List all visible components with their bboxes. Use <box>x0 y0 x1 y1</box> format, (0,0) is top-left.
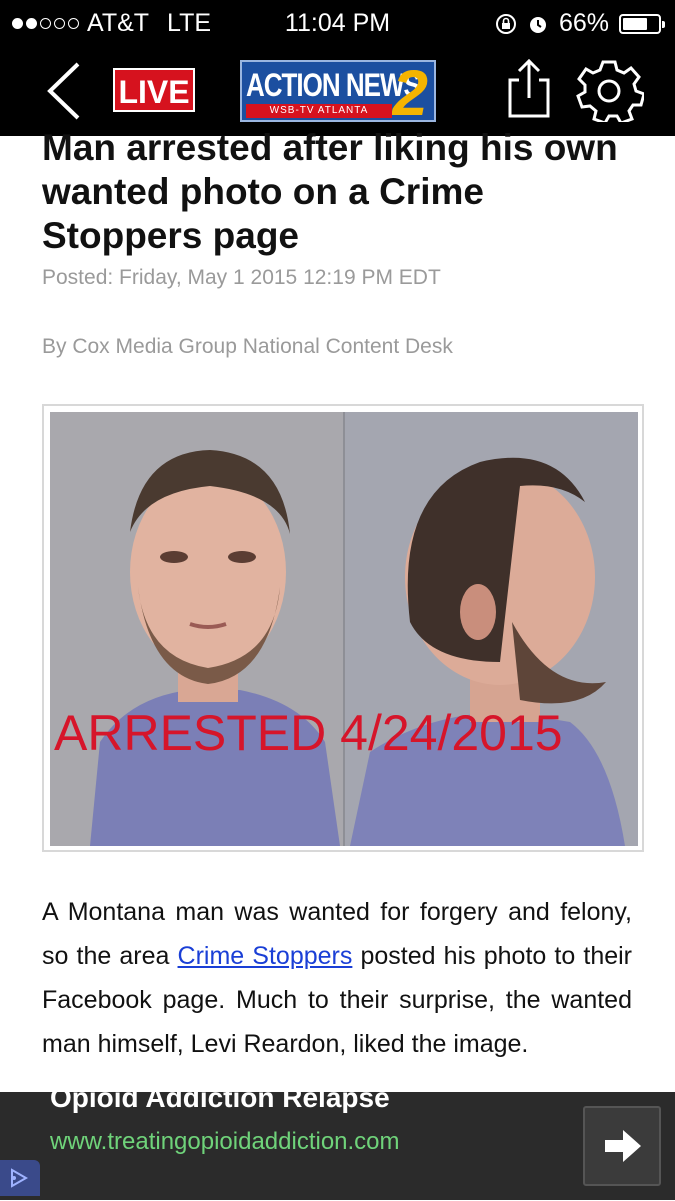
station-logo[interactable]: ACTION NEWS 2 WSB-TV ATLANTA <box>240 57 436 129</box>
logo-number: 2 <box>392 57 428 129</box>
posted-date: Posted: Friday, May 1 2015 12:19 PM EDT <box>42 266 441 289</box>
crime-stoppers-link[interactable]: Crime Stoppers <box>178 942 353 970</box>
alarm-icon <box>529 16 546 33</box>
chevron-left-icon[interactable] <box>44 60 84 122</box>
arrest-stamp: ARRESTED 4/24/2015 <box>54 705 563 761</box>
article-headline: Man arrested after liking his own wanted… <box>42 127 618 256</box>
battery-percent: 66% <box>558 9 609 37</box>
logo-subtitle: WSB-TV ATLANTA <box>246 104 392 118</box>
adchoices-icon[interactable] <box>0 1160 40 1196</box>
status-icons: 66% <box>495 9 665 38</box>
article-photo[interactable]: ARRESTED 4/24/2015 <box>42 404 644 852</box>
status-bar: AT&T LTE 11:04 PM 66% <box>0 0 675 46</box>
arrow-right-icon <box>605 1130 641 1162</box>
live-button[interactable]: LIVE <box>113 68 195 112</box>
ad-arrow-button[interactable] <box>583 1106 661 1186</box>
article-body: A Montana man was wanted for forgery and… <box>42 890 632 1066</box>
ad-banner[interactable]: Opioid Addiction Relapse www.treatingopi… <box>0 1092 675 1200</box>
ad-title: Opioid Addiction Relapse <box>50 1092 390 1113</box>
battery-icon <box>619 13 665 34</box>
gear-icon[interactable] <box>574 56 644 122</box>
share-icon[interactable] <box>502 56 556 122</box>
byline: By Cox Media Group National Content Desk <box>42 335 453 358</box>
ad-url[interactable]: www.treatingopioidaddiction.com <box>50 1128 400 1156</box>
mugshot-image: ARRESTED 4/24/2015 <box>50 412 638 846</box>
rotation-lock-icon <box>495 13 516 34</box>
